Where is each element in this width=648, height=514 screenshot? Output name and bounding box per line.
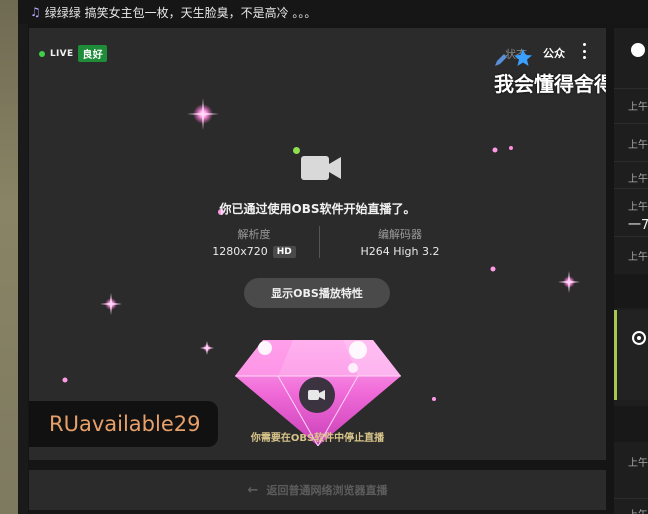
sparkle-icon [492,147,498,153]
username-overlay: RUavailable29 [29,401,218,447]
resolution-label: 解析度 [237,228,271,241]
return-label: 返回普通网络浏览器直播 [266,484,388,497]
codec-spec: 编解码器 H264 High 3.2 [335,226,465,258]
target-icon [632,331,646,345]
chat-separator [614,236,648,237]
chat-timestamp: 上午 [628,252,648,263]
chat-highlight-card[interactable] [614,310,648,400]
quality-badge: 良好 [78,45,108,62]
resolution-spec: 解析度 1280x720 HD [199,226,309,258]
live-indicator: LIVE 良好 [39,45,108,62]
codec-value: H264 High 3.2 [360,245,440,258]
hd-badge: HD [272,245,296,258]
chat-timestamp: 上午 [628,202,648,213]
visibility-label[interactable]: 公众 [543,45,565,61]
arrow-left-icon: ← [247,482,259,498]
obs-streaming-message: 你已通过使用OBS软件开始直播了。 [219,202,416,216]
live-dot [39,50,45,57]
chat-separator [614,123,648,124]
star-icon [514,49,532,66]
stream-title: 绿绿绿 搞笑女主包一枚，天生脸臭，不是高冷 。。。 [44,5,317,20]
stream-preview-panel: LIVE 良好 状态 公众 我会懂得舍得让 你已通过使用OBS软件开始直播了。 … [29,28,606,460]
sparkle-icon [200,341,214,355]
chat-separator [614,161,648,162]
sparkle-icon [62,377,68,383]
music-note-icon: ♫ [30,5,41,19]
video-camera-icon [301,156,341,180]
stream-header: ♫ 绿绿绿 搞笑女主包一枚，天生脸臭，不是高冷 。。。 [18,0,648,24]
stream-specs: 解析度 1280x720 HD 编解码器 H264 High 3.2 [29,226,606,260]
chat-timestamp: 上午 [628,102,648,113]
sparkle-icon [100,293,122,315]
left-gutter [18,24,28,514]
chat-separator [614,498,648,499]
chat-separator [614,88,648,89]
return-to-browser-stream-button[interactable]: ← 返回普通网络浏览器直播 [29,470,606,510]
chat-timestamp: 上午 [628,140,648,151]
sparkle-icon [490,266,496,272]
chat-message: 一7 [628,218,648,233]
chat-divider-block [614,406,648,442]
chat-separator [614,188,648,189]
overlay-caption: 我会懂得舍得让 [494,72,606,96]
chat-timestamp: 上午 [628,458,648,469]
show-obs-settings-button[interactable]: 显示OBS播放特性 [244,278,390,308]
more-options-icon[interactable] [577,43,591,59]
background-edge [0,0,18,514]
resolution-value: 1280x720 [212,245,268,258]
camera-stop-icon [299,377,335,413]
sparkle-icon [509,146,513,150]
codec-label: 编解码器 [378,228,422,241]
chat-bubble-icon [631,43,645,57]
chat-timestamp: 上午 [628,506,648,514]
sparkle-icon [558,271,580,293]
spec-divider [319,226,320,258]
chat-column: 上午 上午 上午 上午 一7 上午 上午 上午 [614,28,648,514]
sparkle-icon [187,98,219,130]
camera-status-dot [293,147,300,154]
chat-timestamp: 上午 [628,174,648,185]
chat-divider-block [614,274,648,308]
live-label: LIVE [50,48,74,59]
sparkle-icon [432,397,436,401]
